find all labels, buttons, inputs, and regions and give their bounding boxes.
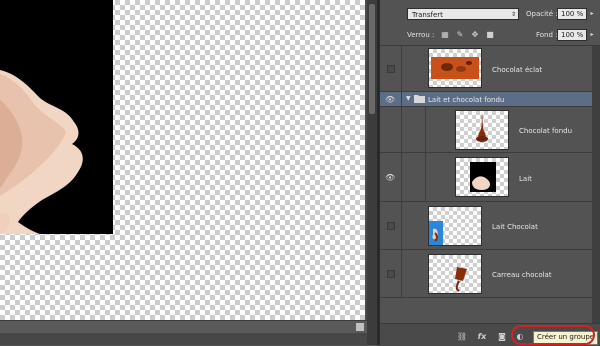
blend-mode-select[interactable]: Transfert ⇕	[407, 8, 519, 20]
layers-panel-scrollbar[interactable]	[592, 46, 600, 323]
group-indent	[402, 107, 426, 153]
fill-label: Fond :	[536, 31, 558, 39]
layer-group-lait-et-chocolat-fondu[interactable]: 👁 ▼ Lait et chocolat fondu	[380, 92, 592, 107]
layer-row-lait[interactable]: 👁 Lait	[380, 153, 592, 202]
mask-icon[interactable]: ◙	[496, 332, 508, 342]
layer-name: Lait Chocolat	[492, 223, 538, 231]
lock-image-pixels-icon[interactable]: ✎	[456, 31, 464, 39]
opacity-input[interactable]: 100 %	[557, 8, 587, 20]
layers-panel-bottom-toolbar: ⛓ fx ◙ ◐ Créer un groupe	[380, 323, 600, 346]
lock-label: Verrou :	[407, 31, 435, 39]
opacity-slider-arrow-icon[interactable]: ▸	[588, 8, 596, 20]
layers-panel: Transfert ⇕ Opacité : 100 % ▸ Verrou : ▦…	[380, 0, 600, 346]
fill-input[interactable]: 100 %	[557, 29, 587, 41]
layer-thumbnail	[428, 48, 482, 88]
layer-thumbnail	[428, 206, 482, 246]
canvas-status-strip	[0, 333, 367, 345]
layer-thumbnail	[455, 110, 509, 150]
visibility-box-icon	[387, 65, 395, 73]
chevron-down-icon[interactable]: ▼	[406, 95, 411, 102]
layers-panel-toolbar: Transfert ⇕ Opacité : 100 % ▸ Verrou : ▦…	[380, 0, 600, 46]
lock-all-icon[interactable]: ■	[486, 31, 494, 39]
layer-name: Carreau chocolat	[492, 271, 552, 279]
opacity-label: Opacité :	[526, 10, 558, 18]
visibility-toggle[interactable]: 👁	[380, 153, 402, 201]
eye-icon: 👁	[385, 95, 396, 104]
fx-icon[interactable]: fx	[476, 332, 488, 342]
layer-row-carreau-chocolat[interactable]: Carreau chocolat	[380, 250, 592, 298]
group-indent	[402, 153, 426, 202]
fill-slider-arrow-icon[interactable]: ▸	[588, 29, 596, 41]
chevron-updown-icon: ⇕	[510, 11, 516, 18]
layer-name: Lait et chocolat fondu	[428, 96, 505, 104]
layer-row-chocolat-fondu[interactable]: Chocolat fondu	[380, 107, 592, 153]
layer-name: Lait	[519, 175, 532, 183]
canvas-area[interactable]	[0, 0, 367, 345]
layer-name: Chocolat éclat	[492, 66, 543, 74]
layer-row-chocolat-eclat[interactable]: Chocolat éclat	[380, 46, 592, 92]
visibility-box-icon	[387, 222, 395, 230]
highlight-ring-annotation	[511, 325, 595, 345]
visibility-toggle[interactable]	[380, 250, 402, 297]
layer-thumbnail	[428, 254, 482, 294]
folder-icon	[414, 94, 425, 103]
scrollbar-thumb[interactable]	[356, 323, 364, 331]
layer-row-lait-chocolat[interactable]: Lait Chocolat	[380, 202, 592, 250]
link-icon[interactable]: ⛓	[456, 332, 468, 342]
lock-position-icon[interactable]: ✥	[471, 31, 479, 39]
layer-name: Chocolat fondu	[519, 127, 573, 135]
visibility-toggle[interactable]	[380, 202, 402, 249]
lock-transparent-pixels-icon[interactable]: ▦	[441, 31, 449, 39]
blend-mode-value: Transfert	[412, 11, 443, 19]
scrollbar-thumb[interactable]	[369, 4, 375, 114]
visibility-toggle[interactable]: 👁	[380, 92, 402, 106]
canvas-image-black-layer	[0, 0, 113, 234]
milk-splash-image	[0, 70, 83, 234]
vertical-scrollbar[interactable]	[367, 0, 377, 345]
horizontal-scrollbar[interactable]	[0, 320, 367, 333]
visibility-box-icon	[387, 270, 395, 278]
document-canvas[interactable]	[0, 0, 365, 320]
layer-thumbnail	[455, 157, 509, 197]
visibility-toggle[interactable]	[380, 46, 402, 91]
visibility-toggle[interactable]	[380, 107, 402, 152]
eye-icon: 👁	[385, 173, 396, 182]
layers-list: Chocolat éclat 👁 ▼ Lait et chocolat fond…	[380, 46, 592, 323]
